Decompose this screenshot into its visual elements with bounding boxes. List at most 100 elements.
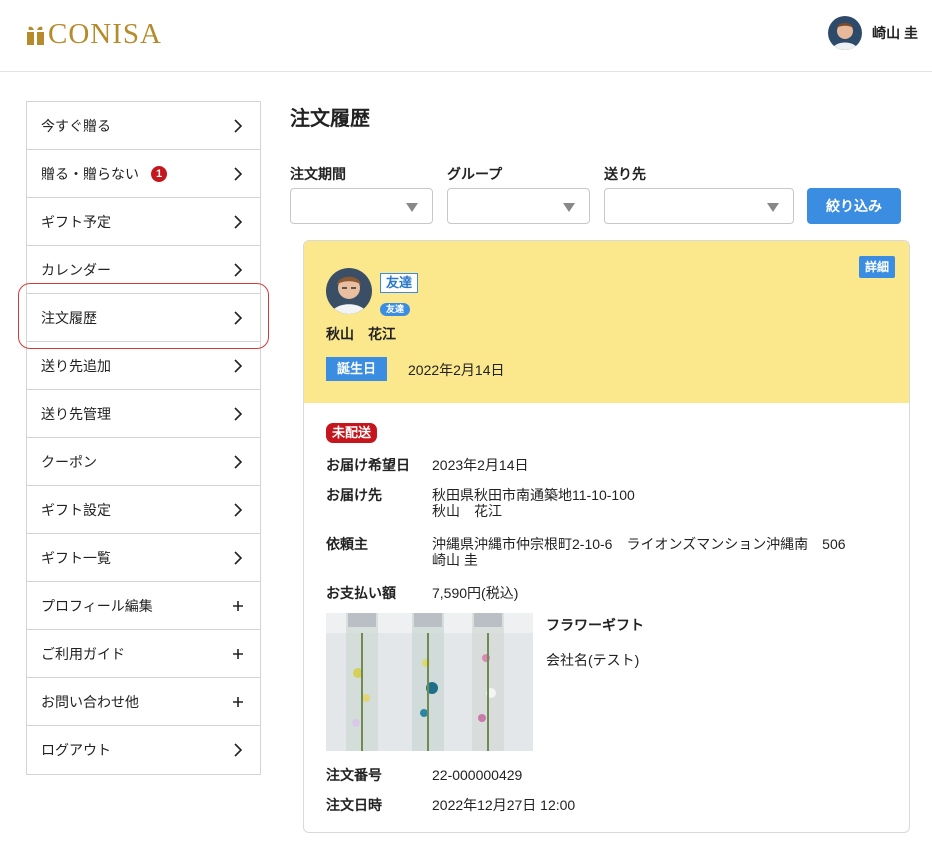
order-date-value: 2022年12月27日 12:00 [432, 797, 576, 813]
recipient-name: 秋山 花江 [326, 326, 396, 342]
sidebar-item-label: 送り先管理 [41, 405, 111, 422]
plus-icon [233, 601, 243, 611]
chevron-right-icon [234, 359, 243, 373]
sidebar-item-contact[interactable]: お問い合わせ他 [27, 678, 260, 726]
chevron-right-icon [234, 455, 243, 469]
requester-name: 崎山 圭 [432, 552, 478, 568]
group-select[interactable] [447, 188, 590, 224]
sidebar-item-label: ギフト設定 [41, 501, 111, 518]
logo-text: CONISA [48, 18, 162, 50]
relation-tag: 友達 [380, 273, 419, 293]
product-name: フラワーギフト [546, 617, 644, 633]
sidebar-item-add-recipient[interactable]: 送り先追加 [27, 342, 260, 390]
sidebar-item-label: カレンダー [41, 261, 111, 278]
recipient-avatar [326, 268, 372, 314]
period-select[interactable] [290, 188, 433, 224]
logo[interactable]: CONISA [26, 18, 162, 51]
order-number-value: 22-000000429 [432, 767, 523, 783]
sidebar-item-coupons[interactable]: クーポン [27, 438, 260, 486]
sidebar-item-label: ギフト一覧 [41, 549, 111, 566]
sidebar-item-label: ギフト予定 [41, 213, 111, 230]
payment-row: お支払い額 7,590円(税込) [326, 585, 518, 601]
sidebar-item-label: 送り先追加 [41, 357, 111, 374]
chevron-right-icon [234, 407, 243, 421]
delivery-value: 秋田県秋田市南通築地11-10-100 秋山 花江 [432, 487, 635, 519]
sidebar-item-logout[interactable]: ログアウト [27, 726, 260, 774]
sidebar-item-label: ログアウト [41, 742, 111, 758]
avatar [828, 16, 863, 50]
sidebar-item-user-guide[interactable]: ご利用ガイド [27, 630, 260, 678]
chevron-right-icon [234, 119, 243, 133]
sidebar-item-calendar[interactable]: カレンダー [27, 246, 260, 294]
sidebar-item-edit-profile[interactable]: プロフィール編集 [27, 582, 260, 630]
recipient-select[interactable] [604, 188, 794, 224]
flower-bottle-2 [412, 613, 444, 751]
sidebar-item-send-or-not[interactable]: 贈る・贈らない 1 [27, 150, 260, 198]
chevron-right-icon [234, 503, 243, 517]
requester-label: 依頼主 [326, 536, 368, 552]
sidebar-item-label: ご利用ガイド [41, 645, 125, 662]
delivery-address: 秋田県秋田市南通築地11-10-100 [432, 487, 635, 503]
order-date-label: 注文日時 [326, 797, 382, 813]
caret-down-icon [406, 203, 418, 212]
desired-date-label: お届け希望日 [326, 457, 410, 473]
product-company: 会社名(テスト) [546, 652, 640, 668]
birthday-date: 2022年2月14日 [408, 362, 505, 378]
chevron-right-icon [234, 551, 243, 565]
sidebar-item-gift-list[interactable]: ギフト一覧 [27, 534, 260, 582]
order-card-body: 未配送 お届け希望日 2023年2月14日 お届け先 秋田県秋田市南通築地11-… [304, 403, 909, 813]
order-card-header: 友達 友達 秋山 花江 誕生日 2022年2月14日 詳細 [304, 241, 909, 403]
sidebar-item-label: クーポン [41, 453, 97, 470]
filter-period: 注文期間 [290, 164, 433, 224]
sidebar-item-gift-settings[interactable]: ギフト設定 [27, 486, 260, 534]
sidebar-item-manage-recipients[interactable]: 送り先管理 [27, 390, 260, 438]
filter-period-label: 注文期間 [290, 166, 346, 182]
requester-address: 沖縄県沖縄市仲宗根町2-10-6 ライオンズマンション沖縄南 506 [432, 536, 846, 552]
payment-value: 7,590円(税込) [432, 585, 519, 601]
birthday-label: 誕生日 [326, 357, 388, 381]
sidebar-item-gift-schedule[interactable]: ギフト予定 [27, 198, 260, 246]
filter-group: グループ [447, 164, 590, 224]
product-image[interactable] [326, 613, 533, 751]
sidebar-item-order-history[interactable]: 注文履歴 [27, 294, 260, 342]
page-title: 注文履歴 [290, 108, 370, 130]
order-card: 友達 友達 秋山 花江 誕生日 2022年2月14日 詳細 未配送 お届け希望日… [303, 240, 910, 833]
chevron-right-icon [234, 215, 243, 229]
caret-down-icon [767, 203, 779, 212]
sidebar: 今すぐ贈る 贈る・贈らない 1 ギフト予定 カレンダー 注文履歴 送り先追加 送… [26, 101, 261, 775]
relation-pill: 友達 [380, 303, 411, 316]
chevron-right-icon [234, 167, 243, 181]
desired-date-row: お届け希望日 2023年2月14日 [326, 457, 529, 473]
payment-label: お支払い額 [326, 585, 396, 601]
order-number-row: 注文番号 22-000000429 [326, 767, 522, 783]
header: CONISA 崎山 圭 [0, 0, 932, 72]
desired-date-value: 2023年2月14日 [432, 457, 529, 473]
filter-submit-button[interactable]: 絞り込み [807, 188, 901, 224]
chevron-right-icon [234, 263, 243, 277]
filter-recipient: 送り先 [604, 164, 794, 224]
delivery-name: 秋山 花江 [432, 503, 502, 519]
user-menu[interactable]: 崎山 圭 [828, 16, 918, 50]
sidebar-item-label: プロフィール編集 [41, 597, 153, 614]
sidebar-item-label: お問い合わせ他 [41, 693, 139, 710]
order-date-row: 注文日時 2022年12月27日 12:00 [326, 797, 575, 813]
delivery-row: お届け先 秋田県秋田市南通築地11-10-100 秋山 花江 [326, 487, 635, 519]
filter-bar: 注文期間 グループ 送り先 絞り込み [290, 164, 901, 224]
plus-icon [233, 697, 243, 707]
sidebar-item-label: 贈る・贈らない [41, 165, 139, 182]
detail-button[interactable]: 詳細 [858, 256, 895, 278]
status-badge: 未配送 [326, 423, 378, 443]
sidebar-item-send-now[interactable]: 今すぐ贈る [27, 102, 260, 150]
filter-group-label: グループ [447, 166, 503, 182]
delivery-label: お届け先 [326, 487, 382, 503]
caret-down-icon [563, 203, 575, 212]
gift-icon [27, 26, 44, 45]
notification-badge: 1 [151, 165, 167, 182]
flower-bottle-3 [472, 613, 504, 751]
requester-value: 沖縄県沖縄市仲宗根町2-10-6 ライオンズマンション沖縄南 506 崎山 圭 [432, 536, 846, 568]
user-name: 崎山 圭 [872, 25, 918, 41]
chevron-right-icon [234, 311, 243, 325]
sidebar-item-label: 今すぐ贈る [41, 117, 111, 134]
flower-bottle-1 [346, 613, 378, 751]
filter-recipient-label: 送り先 [604, 166, 646, 182]
